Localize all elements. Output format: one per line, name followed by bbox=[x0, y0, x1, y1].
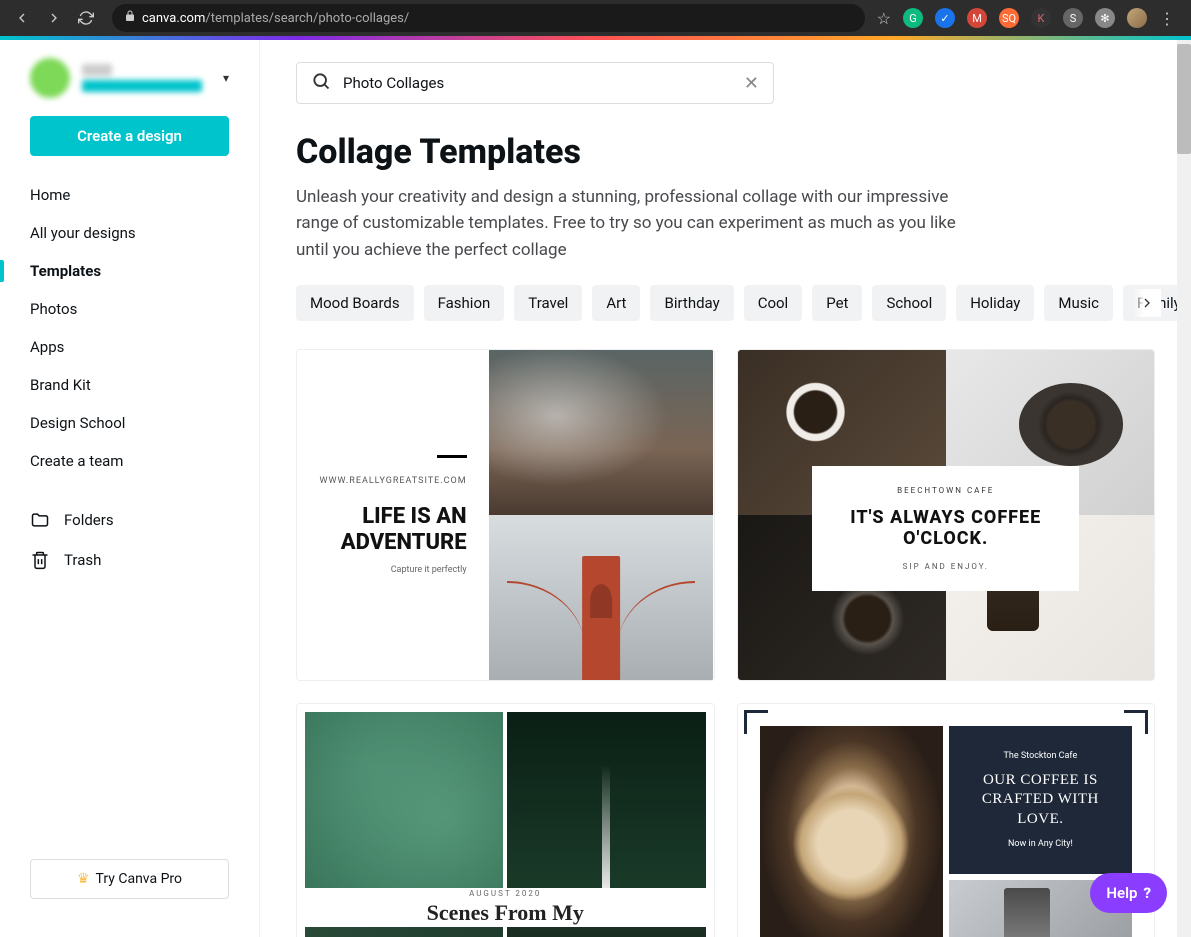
address-bar[interactable]: canva.com/templates/search/photo-collage… bbox=[112, 4, 865, 32]
sidebar-item-trash[interactable]: Trash bbox=[0, 540, 259, 580]
scroll-thumb[interactable] bbox=[1177, 44, 1191, 154]
page-description: Unleash your creativity and design a stu… bbox=[296, 184, 956, 263]
browser-toolbar: canva.com/templates/search/photo-collage… bbox=[0, 0, 1191, 36]
bookmark-star-icon[interactable]: ☆ bbox=[877, 9, 891, 28]
main-content: ✕ Collage Templates Unleash your creativ… bbox=[260, 40, 1191, 937]
ext-icon-g[interactable]: G bbox=[903, 8, 923, 28]
tag-birthday[interactable]: Birthday bbox=[650, 285, 733, 321]
card1-text-panel: WWW.REALLYGREATSITE.COM LIFE IS AN ADVEN… bbox=[297, 350, 489, 680]
tag-travel[interactable]: Travel bbox=[514, 285, 582, 321]
user-text bbox=[82, 64, 211, 92]
url-path: /templates/search/photo-collages/ bbox=[205, 11, 409, 26]
template-card-3[interactable]: AUGUST 2020 Scenes From My bbox=[296, 703, 715, 937]
template-card-1[interactable]: WWW.REALLYGREATSITE.COM LIFE IS AN ADVEN… bbox=[296, 349, 715, 681]
tag-music[interactable]: Music bbox=[1044, 285, 1113, 321]
search-input[interactable] bbox=[343, 74, 732, 92]
tag-moodboards[interactable]: Mood Boards bbox=[296, 285, 414, 321]
templates-grid: WWW.REALLYGREATSITE.COM LIFE IS AN ADVEN… bbox=[296, 349, 1155, 937]
crown-icon: ♛ bbox=[77, 871, 90, 887]
lock-icon bbox=[124, 10, 136, 26]
ext-icon-sq[interactable]: SQ bbox=[999, 8, 1019, 28]
help-button[interactable]: Help ? bbox=[1090, 873, 1167, 913]
card2-title: IT'S ALWAYS COFFEE O'CLOCK. bbox=[828, 507, 1063, 550]
sidebar-item-photos[interactable]: Photos bbox=[0, 290, 259, 328]
ext-icon-check[interactable]: ✓ bbox=[935, 8, 955, 28]
card4-brand: The Stockton Cafe bbox=[1004, 751, 1078, 761]
card4-text-panel: The Stockton Cafe Our coffee is crafted … bbox=[949, 726, 1132, 874]
card3-photo-4 bbox=[507, 927, 705, 937]
help-icon: ? bbox=[1143, 884, 1151, 902]
sidebar-item-designs[interactable]: All your designs bbox=[0, 214, 259, 252]
card3-photo-3 bbox=[305, 927, 503, 937]
tag-school[interactable]: School bbox=[872, 285, 946, 321]
page-title: Collage Templates bbox=[296, 132, 1155, 172]
card3-photo-1 bbox=[305, 712, 503, 888]
sidebar-item-apps[interactable]: Apps bbox=[0, 328, 259, 366]
ext-icon-k[interactable]: K bbox=[1031, 8, 1051, 28]
sidebar: ▾ Create a design Home All your designs … bbox=[0, 40, 260, 937]
folder-icon bbox=[30, 510, 50, 530]
trash-icon bbox=[30, 550, 50, 570]
try-pro-button[interactable]: ♛ Try Canva Pro bbox=[30, 859, 229, 899]
card4-sub: Now in Any City! bbox=[1008, 839, 1073, 849]
profile-avatar[interactable] bbox=[1127, 8, 1147, 28]
card3-photo-2 bbox=[507, 712, 705, 888]
sidebar-item-brandkit[interactable]: Brand Kit bbox=[0, 366, 259, 404]
card1-photo-waves bbox=[489, 350, 714, 515]
template-card-2[interactable]: BEECHTOWN CAFE IT'S ALWAYS COFFEE O'CLOC… bbox=[737, 349, 1156, 681]
ext-icon-star[interactable]: ✻ bbox=[1095, 8, 1115, 28]
create-design-button[interactable]: Create a design bbox=[30, 116, 229, 156]
tag-pet[interactable]: Pet bbox=[812, 285, 862, 321]
card1-title: LIFE IS AN ADVENTURE bbox=[319, 504, 467, 555]
card3-date: AUGUST 2020 bbox=[305, 889, 706, 898]
browser-menu-icon[interactable]: ⋮ bbox=[1159, 9, 1175, 28]
folders-label: Folders bbox=[64, 511, 114, 529]
tag-holiday[interactable]: Holiday bbox=[956, 285, 1034, 321]
tag-art[interactable]: Art bbox=[592, 285, 640, 321]
tags-scroll-right[interactable] bbox=[1133, 289, 1161, 317]
card1-site: WWW.REALLYGREATSITE.COM bbox=[320, 476, 467, 486]
card1-sub: Capture it perfectly bbox=[391, 565, 467, 575]
sidebar-item-home[interactable]: Home bbox=[0, 176, 259, 214]
card3-title: Scenes From My bbox=[305, 900, 706, 926]
card4-corner bbox=[1124, 710, 1148, 734]
card3-text: AUGUST 2020 Scenes From My bbox=[305, 892, 706, 923]
forward-button[interactable] bbox=[40, 4, 68, 32]
reload-button[interactable] bbox=[72, 4, 100, 32]
help-label: Help bbox=[1106, 884, 1137, 902]
scrollbar[interactable] bbox=[1177, 40, 1191, 937]
card2-text-overlay: BEECHTOWN CAFE IT'S ALWAYS COFFEE O'CLOC… bbox=[812, 466, 1079, 591]
ext-icon-s[interactable]: S bbox=[1063, 8, 1083, 28]
card1-photo-bridge bbox=[489, 515, 714, 680]
card2-sub: SIP AND ENJOY. bbox=[828, 562, 1063, 571]
tag-cool[interactable]: Cool bbox=[744, 285, 803, 321]
search-icon bbox=[311, 71, 331, 95]
user-menu[interactable]: ▾ bbox=[0, 58, 259, 116]
extension-icons: G ✓ M SQ K S ✻ ⋮ bbox=[895, 8, 1183, 28]
tags-row: Mood Boards Fashion Travel Art Birthday … bbox=[296, 285, 1155, 321]
chevron-down-icon: ▾ bbox=[223, 71, 229, 85]
ext-icon-m[interactable]: M bbox=[967, 8, 987, 28]
sidebar-item-designschool[interactable]: Design School bbox=[0, 404, 259, 442]
pro-label: Try Canva Pro bbox=[96, 871, 182, 887]
tag-fashion[interactable]: Fashion bbox=[424, 285, 505, 321]
card4-title: Our coffee is crafted with love. bbox=[963, 771, 1118, 830]
url-domain: canva.com bbox=[142, 11, 205, 26]
search-box[interactable]: ✕ bbox=[296, 62, 774, 104]
card4-photo-cup bbox=[760, 726, 943, 937]
user-avatar bbox=[30, 58, 70, 98]
sidebar-item-templates[interactable]: Templates bbox=[0, 252, 259, 290]
sidebar-item-createteam[interactable]: Create a team bbox=[0, 442, 259, 480]
clear-search-icon[interactable]: ✕ bbox=[744, 73, 759, 94]
back-button[interactable] bbox=[8, 4, 36, 32]
card2-brand: BEECHTOWN CAFE bbox=[828, 486, 1063, 495]
sidebar-item-folders[interactable]: Folders bbox=[0, 500, 259, 540]
trash-label: Trash bbox=[64, 551, 101, 569]
